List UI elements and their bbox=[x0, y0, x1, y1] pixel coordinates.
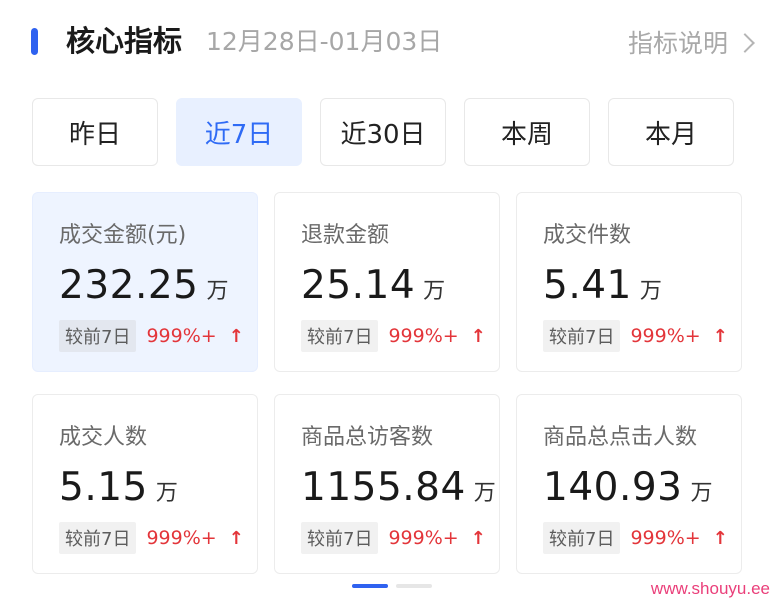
metric-card-buyers[interactable]: 成交人数 5.15 万 较前7日 999%+ ↑ bbox=[32, 394, 258, 574]
trend-up-icon: ↑ bbox=[470, 527, 486, 549]
date-range: 12月28日-01月03日 bbox=[206, 27, 443, 56]
compare-label: 较前7日 bbox=[301, 522, 379, 554]
tab-last-7-days[interactable]: 近7日 bbox=[176, 98, 302, 166]
trend-up-icon: ↑ bbox=[712, 325, 728, 347]
compare-label: 较前7日 bbox=[543, 320, 621, 352]
page-indicator-active[interactable] bbox=[352, 584, 388, 588]
metric-value: 1155.84 bbox=[301, 465, 466, 510]
metric-value-row: 140.93 万 bbox=[543, 465, 715, 510]
compare-value: 999%+ bbox=[388, 325, 459, 347]
metric-unit: 万 bbox=[206, 279, 229, 304]
period-tabs: 昨日 近7日 近30日 本周 本月 bbox=[32, 98, 734, 166]
trend-up-icon: ↑ bbox=[228, 325, 244, 347]
metric-value: 5.41 bbox=[543, 263, 632, 308]
compare-value: 999%+ bbox=[630, 527, 701, 549]
compare-value: 999%+ bbox=[630, 325, 701, 347]
metric-unit: 万 bbox=[155, 481, 178, 506]
compare-value: 999%+ bbox=[146, 527, 217, 549]
metric-card-items-sold[interactable]: 成交件数 5.41 万 较前7日 999%+ ↑ bbox=[516, 192, 742, 372]
metric-unit: 万 bbox=[690, 481, 713, 506]
metric-cards: 成交金额(元) 232.25 万 较前7日 999%+ ↑ 退款金额 25.14… bbox=[32, 192, 742, 574]
compare-label: 较前7日 bbox=[543, 522, 621, 554]
compare-label: 较前7日 bbox=[301, 320, 379, 352]
title-accent-bar bbox=[31, 28, 38, 55]
metric-title: 商品总点击人数 bbox=[543, 425, 698, 450]
compare-label: 较前7日 bbox=[59, 522, 137, 554]
metric-card-gmv[interactable]: 成交金额(元) 232.25 万 较前7日 999%+ ↑ bbox=[32, 192, 258, 372]
metric-compare: 较前7日 999%+ ↑ bbox=[301, 522, 486, 554]
metric-card-product-visitors[interactable]: 商品总访客数 1155.84 万 较前7日 999%+ ↑ bbox=[274, 394, 500, 574]
metric-compare: 较前7日 999%+ ↑ bbox=[543, 522, 728, 554]
metric-value: 140.93 bbox=[543, 465, 683, 510]
metric-card-refund-amount[interactable]: 退款金额 25.14 万 较前7日 999%+ ↑ bbox=[274, 192, 500, 372]
metric-unit: 万 bbox=[423, 279, 446, 304]
tab-last-30-days[interactable]: 近30日 bbox=[320, 98, 446, 166]
metric-compare: 较前7日 999%+ ↑ bbox=[59, 522, 244, 554]
metric-unit: 万 bbox=[639, 279, 662, 304]
metrics-help-label: 指标说明 bbox=[627, 29, 728, 58]
trend-up-icon: ↑ bbox=[712, 527, 728, 549]
metric-value-row: 1155.84 万 bbox=[301, 465, 496, 510]
trend-up-icon: ↑ bbox=[470, 325, 486, 347]
metrics-help-link[interactable]: 指标说明 bbox=[627, 22, 755, 62]
compare-value: 999%+ bbox=[388, 527, 459, 549]
watermark-text: www.shouyu.ee bbox=[650, 579, 770, 598]
metric-compare: 较前7日 999%+ ↑ bbox=[59, 320, 244, 352]
compare-label: 较前7日 bbox=[59, 320, 137, 352]
metric-value-row: 5.41 万 bbox=[543, 263, 715, 308]
metric-value: 232.25 bbox=[59, 263, 199, 308]
metric-value-row: 25.14 万 bbox=[301, 263, 473, 308]
tab-yesterday[interactable]: 昨日 bbox=[32, 98, 158, 166]
chevron-right-icon bbox=[735, 33, 755, 53]
tab-this-month[interactable]: 本月 bbox=[608, 98, 734, 166]
metric-title: 退款金额 bbox=[301, 223, 390, 248]
page-title: 核心指标 bbox=[66, 24, 183, 58]
metric-card-product-clickers[interactable]: 商品总点击人数 140.93 万 较前7日 999%+ ↑ bbox=[516, 394, 742, 574]
page-indicator-inactive[interactable] bbox=[396, 584, 432, 588]
trend-up-icon: ↑ bbox=[228, 527, 244, 549]
metric-value-row: 232.25 万 bbox=[59, 263, 231, 308]
metric-title: 成交人数 bbox=[59, 425, 148, 450]
metric-compare: 较前7日 999%+ ↑ bbox=[543, 320, 728, 352]
metric-value-row: 5.15 万 bbox=[59, 465, 231, 510]
metric-unit: 万 bbox=[473, 481, 496, 506]
tab-this-week[interactable]: 本周 bbox=[464, 98, 590, 166]
page-indicator bbox=[352, 584, 432, 588]
metric-title: 商品总访客数 bbox=[301, 425, 434, 450]
metric-title: 成交件数 bbox=[543, 223, 632, 248]
metric-value: 5.15 bbox=[59, 465, 148, 510]
compare-value: 999%+ bbox=[146, 325, 217, 347]
metric-compare: 较前7日 999%+ ↑ bbox=[301, 320, 486, 352]
metric-value: 25.14 bbox=[301, 263, 416, 308]
section-header: 核心指标 12月28日-01月03日 指标说明 bbox=[0, 0, 782, 84]
metric-title: 成交金额(元) bbox=[59, 223, 187, 248]
